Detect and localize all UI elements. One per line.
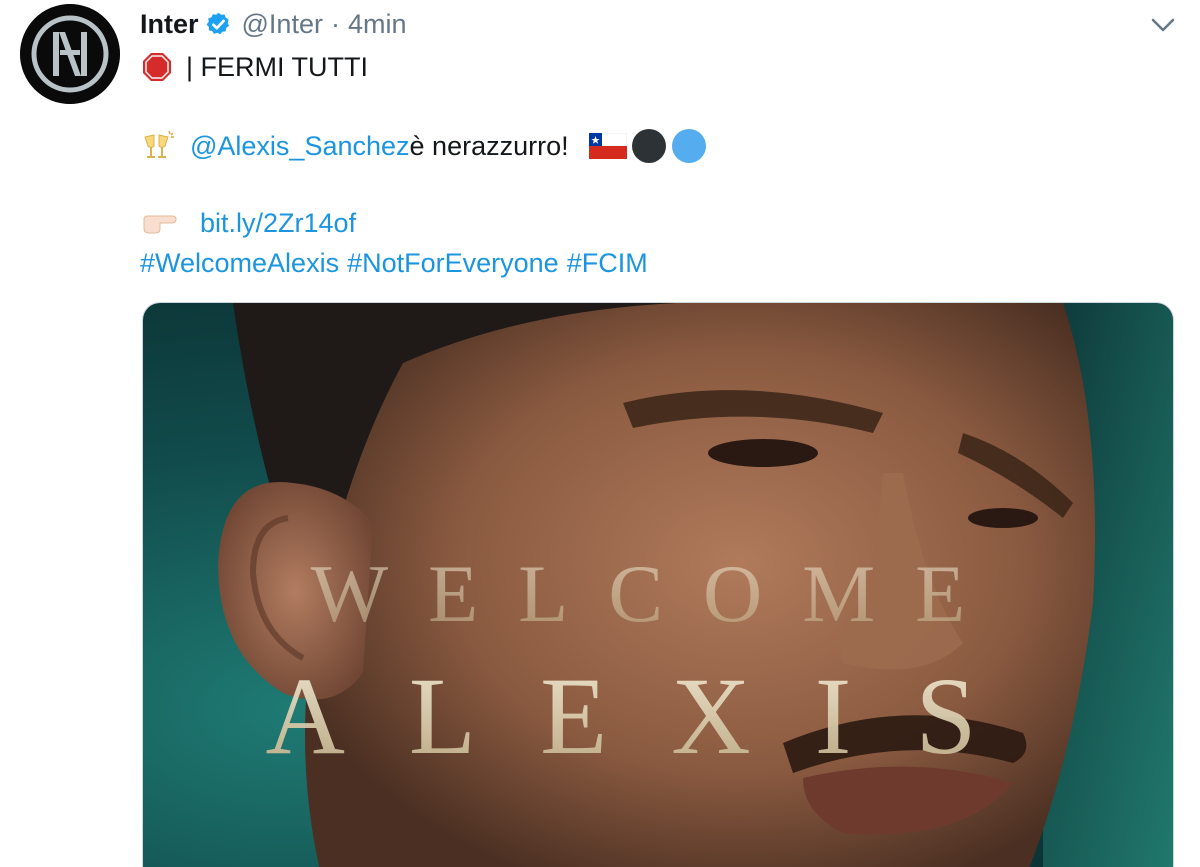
short-link[interactable]: bit.ly/2Zr14of <box>200 206 356 240</box>
display-name[interactable]: Inter <box>140 9 199 40</box>
chevron-down-icon[interactable] <box>1148 10 1178 40</box>
clinking-glasses-icon <box>142 129 176 163</box>
overlay-text-alexis: ALEXIS <box>265 655 1040 777</box>
author-handle[interactable]: @Inter <box>242 9 323 40</box>
avatar[interactable] <box>20 4 120 104</box>
black-circle-icon <box>631 128 667 164</box>
mention-link[interactable]: @Alexis_Sanchez <box>190 129 410 163</box>
tweet-text-line-3: bit.ly/2Zr14of <box>140 206 356 240</box>
chile-flag-icon <box>588 133 627 159</box>
tweet-text-line-1: | FERMI TUTTI <box>140 50 368 84</box>
tweet: Inter @Inter · 4min | FERMI TUTTI @Alexi… <box>0 0 1200 867</box>
stop-sign-icon <box>142 52 172 82</box>
inter-logo-icon <box>20 4 120 104</box>
tweet-headline: | FERMI TUTTI <box>186 52 368 82</box>
hashtag-notforeveryone[interactable]: #NotForEveryone <box>347 246 559 280</box>
tweet-header: Inter @Inter · 4min <box>140 6 406 42</box>
tweet-text-nerazzurro: è nerazzurro! <box>409 131 569 161</box>
pointing-right-icon <box>142 211 178 235</box>
header-separator: · <box>330 8 340 39</box>
hashtags-line: #WelcomeAlexis #NotForEveryone #FCIM <box>140 246 648 280</box>
tweet-timestamp[interactable]: 4min <box>348 9 407 40</box>
tweet-text-line-2: @Alexis_Sanchez è nerazzurro! <box>140 128 707 164</box>
overlay-text-welcome: WELCOME <box>311 548 1005 639</box>
tweet-media-image[interactable]: WELCOME ALEXIS <box>142 302 1174 867</box>
verified-badge-icon <box>205 11 232 38</box>
hashtag-welcomealexis[interactable]: #WelcomeAlexis <box>140 246 339 280</box>
blue-circle-icon <box>671 128 707 164</box>
hashtag-fcim[interactable]: #FCIM <box>567 246 648 280</box>
